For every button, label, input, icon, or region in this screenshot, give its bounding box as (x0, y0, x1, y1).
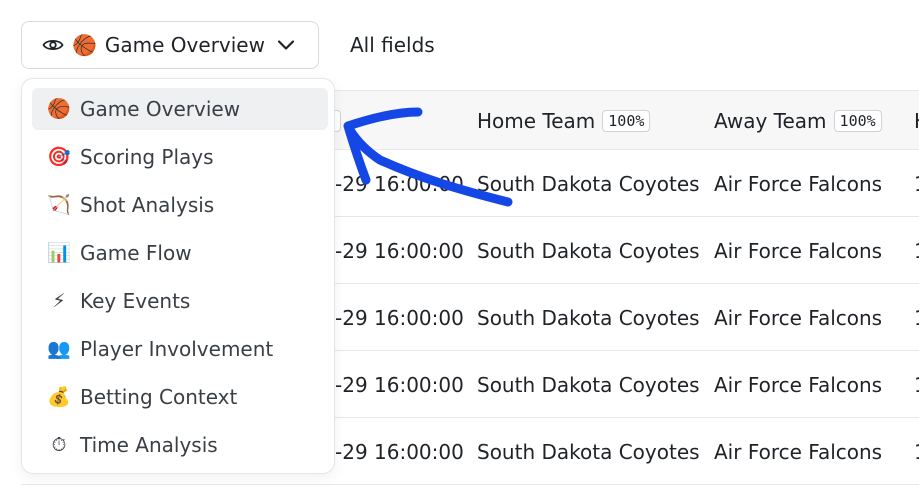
menu-item-betting-context[interactable]: 💰 Betting Context (32, 376, 328, 418)
column-header-home-team[interactable]: Home Team 100% (477, 91, 651, 151)
fill-rate-badge: 100% (833, 110, 882, 132)
stopwatch-icon: ⏱ (51, 433, 67, 456)
chevron-down-icon (277, 39, 295, 51)
view-dropdown-menu: 🏀 Game Overview 🎯 Scoring Plays 🏹 Shot A… (21, 78, 335, 474)
lightning-icon: ⚡ (52, 289, 66, 312)
column-header-next[interactable]: H (914, 91, 919, 151)
cell-datetime: -29 16:00:00 (335, 372, 464, 397)
cell-datetime: -29 16:00:00 (335, 238, 464, 263)
cell-away-team: Air Force Falcons (714, 439, 883, 464)
bow-and-arrow-icon: 🏹 (47, 193, 71, 216)
menu-item-label: Game Flow (80, 241, 192, 265)
cell-away-team: Air Force Falcons (714, 238, 883, 263)
all-fields-tab[interactable]: All fields (350, 33, 435, 57)
column-header-label: Away Team (714, 109, 827, 133)
column-header-label: Home Team (477, 109, 596, 133)
cell-home-team: South Dakota Coyotes (477, 372, 700, 397)
menu-item-label: Time Analysis (80, 433, 218, 457)
money-bag-icon: 💰 (47, 385, 71, 408)
menu-item-shot-analysis[interactable]: 🏹 Shot Analysis (32, 184, 328, 226)
eye-icon (42, 37, 64, 53)
menu-item-player-involvement[interactable]: 👥 Player Involvement (32, 328, 328, 370)
basketball-icon: 🏀 (72, 33, 97, 57)
column-header-label: H (914, 109, 919, 133)
cell-away-team: Air Force Falcons (714, 171, 883, 196)
menu-item-time-analysis[interactable]: ⏱ Time Analysis (32, 424, 328, 466)
menu-item-label: Game Overview (80, 97, 241, 121)
menu-item-game-flow[interactable]: 📊 Game Flow (32, 232, 328, 274)
target-icon: 🎯 (47, 145, 71, 168)
cell-home-team: South Dakota Coyotes (477, 171, 700, 196)
toolbar: 🏀 Game Overview All fields (0, 0, 919, 80)
cell-datetime: -29 16:00:00 (335, 305, 464, 330)
cell-datetime: -29 16:00:00 (335, 439, 464, 464)
column-header-away-team[interactable]: Away Team 100% (714, 91, 882, 151)
view-selector-button[interactable]: 🏀 Game Overview (21, 21, 319, 69)
basketball-icon: 🏀 (47, 97, 71, 120)
people-icon: 👥 (47, 337, 71, 360)
view-selector-label: Game Overview (104, 33, 265, 57)
cell-datetime: -29 16:00:00 (335, 171, 464, 196)
cell-next: 1 (914, 284, 919, 351)
menu-item-label: Key Events (80, 289, 191, 313)
menu-item-label: Player Involvement (80, 337, 274, 361)
cell-home-team: South Dakota Coyotes (477, 238, 700, 263)
menu-item-game-overview[interactable]: 🏀 Game Overview (32, 88, 328, 130)
menu-item-scoring-plays[interactable]: 🎯 Scoring Plays (32, 136, 328, 178)
cell-next: 1 (914, 351, 919, 418)
cell-home-team: South Dakota Coyotes (477, 439, 700, 464)
cell-next: 1 (914, 418, 919, 485)
menu-item-key-events[interactable]: ⚡ Key Events (32, 280, 328, 322)
cell-home-team: South Dakota Coyotes (477, 305, 700, 330)
cell-away-team: Air Force Falcons (714, 372, 883, 397)
menu-item-label: Shot Analysis (80, 193, 215, 217)
cell-next: 1 (914, 217, 919, 284)
cell-next: 1 (914, 150, 919, 217)
cell-away-team: Air Force Falcons (714, 305, 883, 330)
menu-item-label: Scoring Plays (80, 145, 214, 169)
fill-rate-badge: 100% (602, 110, 651, 132)
bar-chart-icon: 📊 (47, 241, 71, 264)
menu-item-label: Betting Context (80, 385, 238, 409)
